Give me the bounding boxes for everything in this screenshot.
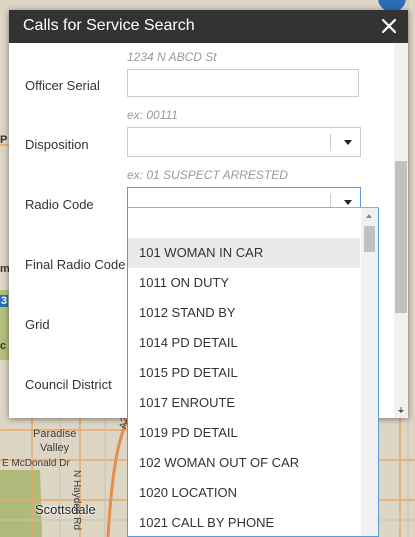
dropdown-scrollbar[interactable] xyxy=(361,208,378,536)
address-hint: 1234 N ABCD St xyxy=(127,50,217,64)
radio-code-label: Radio Code xyxy=(25,197,94,212)
dropdown-option[interactable]: 1011 ON DUTY xyxy=(128,268,360,298)
disposition-divider xyxy=(330,134,331,151)
dialog-scroll-thumb[interactable] xyxy=(395,161,407,313)
dropdown-option[interactable]: 1020 LOCATION xyxy=(128,478,360,508)
chevron-down-icon[interactable] xyxy=(344,140,352,145)
council-district-label: Council District xyxy=(25,377,112,392)
dropdown-options-list: 101 WOMAN IN CAR 1011 ON DUTY 1012 STAND B… xyxy=(128,238,360,536)
close-button[interactable] xyxy=(378,14,400,38)
disposition-label: Disposition xyxy=(25,137,89,152)
map-label-c: c xyxy=(0,340,7,352)
dropdown-option[interactable]: 1017 ENROUTE xyxy=(128,388,360,418)
officer-serial-hint: ex: 00111 xyxy=(127,108,178,122)
resize-grip-icon[interactable] xyxy=(398,407,406,415)
map-label-p: P xyxy=(0,134,8,146)
officer-serial-label: Officer Serial xyxy=(25,78,100,93)
disposition-hint: ex: 01 SUSPECT ARRESTED xyxy=(127,168,288,182)
map-label-scottsdale: Scottsdale xyxy=(35,502,96,517)
dropdown-option[interactable]: 102 WOMAN OUT OF CAR xyxy=(128,448,360,478)
dialog-scrollbar[interactable] xyxy=(394,43,408,418)
grid-label: Grid xyxy=(25,317,50,332)
map-label-mcdonald: E McDonald Dr xyxy=(2,458,70,469)
officer-serial-input[interactable] xyxy=(127,69,359,97)
dialog-title-bar[interactable]: Calls for Service Search xyxy=(9,10,408,43)
dropdown-option[interactable]: 1019 PD DETAIL xyxy=(128,418,360,448)
map-label-3: 3 xyxy=(0,295,9,307)
map-label-hayden: N Hayden Rd xyxy=(71,470,82,531)
dropdown-scroll-thumb[interactable] xyxy=(364,226,375,252)
dropdown-option[interactable]: 1015 PD DETAIL xyxy=(128,358,360,388)
map-label-valley: Valley xyxy=(40,442,70,454)
dialog-title: Calls for Service Search xyxy=(23,17,195,34)
map-label-paradise: Paradise xyxy=(33,428,77,440)
radio-code-dropdown: 101 WOMAN IN CAR 1011 ON DUTY 1012 STAND B… xyxy=(127,207,379,537)
dropdown-option[interactable]: 1014 PD DETAIL xyxy=(128,328,360,358)
chevron-down-icon[interactable] xyxy=(344,200,352,205)
dropdown-option[interactable]: 101 WOMAN IN CAR xyxy=(128,238,360,268)
dropdown-option[interactable]: 1012 STAND BY xyxy=(128,298,360,328)
dropdown-option[interactable]: 1021 CALL BY PHONE xyxy=(128,508,360,536)
close-icon xyxy=(382,19,396,33)
dropdown-search-input[interactable] xyxy=(128,208,360,236)
final-radio-code-label: Final Radio Code xyxy=(25,257,126,272)
disposition-select[interactable] xyxy=(127,127,361,157)
scroll-up-arrow-icon[interactable] xyxy=(366,214,372,218)
